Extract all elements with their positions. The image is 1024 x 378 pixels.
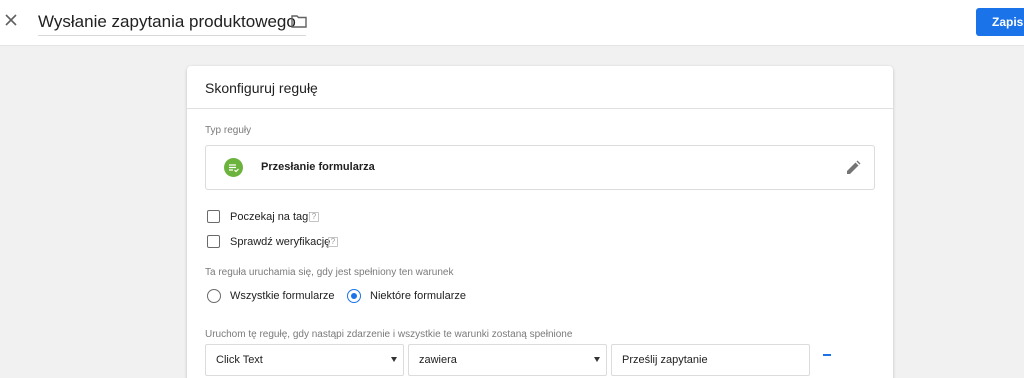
help-icon[interactable]: ? xyxy=(309,212,319,222)
some-forms-radio[interactable] xyxy=(347,289,361,303)
remove-icon[interactable] xyxy=(823,354,831,356)
save-button[interactable]: Zapis xyxy=(976,8,1024,36)
some-forms-option[interactable]: Niektóre formularze xyxy=(347,289,466,305)
form-submission-icon xyxy=(224,158,243,177)
all-forms-label: Wszystkie formularze xyxy=(230,290,335,302)
trigger-type-selector[interactable]: Przesłanie formularza xyxy=(205,145,875,190)
some-forms-label: Niektóre formularze xyxy=(370,290,466,302)
edit-pencil-icon[interactable] xyxy=(845,160,861,176)
check-validation-checkbox[interactable] xyxy=(207,235,220,248)
filter-conditions-label: Uruchom tę regułę, gdy nastąpi zdarzenie… xyxy=(205,329,573,340)
trigger-type-label: Typ reguły xyxy=(205,125,252,136)
folder-icon[interactable] xyxy=(291,14,307,28)
card-header: Skonfiguruj regułę xyxy=(187,66,893,109)
wait-for-tags-label: Poczekaj na tagi xyxy=(230,211,311,223)
operator-select[interactable]: zawiera xyxy=(408,344,607,376)
card-title: Skonfiguruj regułę xyxy=(205,80,318,96)
wait-for-tags-option[interactable]: Poczekaj na tagi ? xyxy=(207,209,347,225)
all-forms-radio[interactable] xyxy=(207,289,221,303)
dropdown-caret-icon xyxy=(594,357,600,362)
page-title[interactable]: Wysłanie zapytania produktowego xyxy=(38,12,296,31)
wait-for-tags-checkbox[interactable] xyxy=(207,210,220,223)
variable-select[interactable]: Click Text xyxy=(205,344,404,376)
all-forms-option[interactable]: Wszystkie formularze xyxy=(207,289,335,305)
fire-condition-label: Ta reguła uruchamia się, gdy jest spełni… xyxy=(205,267,454,278)
top-bar: Wysłanie zapytania produktowego Zapis xyxy=(0,0,1024,46)
check-validation-label: Sprawdź weryfikację xyxy=(230,236,331,248)
value-input-text[interactable]: Prześlij zapytanie xyxy=(622,354,708,366)
operator-select-value: zawiera xyxy=(419,354,457,366)
check-validation-option[interactable]: Sprawdź weryfikację ? xyxy=(207,234,367,250)
trigger-type-value: Przesłanie formularza xyxy=(261,161,375,173)
trigger-config-card: Skonfiguruj regułę Typ reguły Przesłanie… xyxy=(187,66,893,378)
dropdown-caret-icon xyxy=(391,357,397,362)
title-field[interactable]: Wysłanie zapytania produktowego xyxy=(38,12,306,36)
close-icon[interactable] xyxy=(3,12,19,28)
variable-select-value: Click Text xyxy=(216,354,263,366)
help-icon[interactable]: ? xyxy=(328,237,338,247)
value-input[interactable]: Prześlij zapytanie xyxy=(611,344,810,376)
